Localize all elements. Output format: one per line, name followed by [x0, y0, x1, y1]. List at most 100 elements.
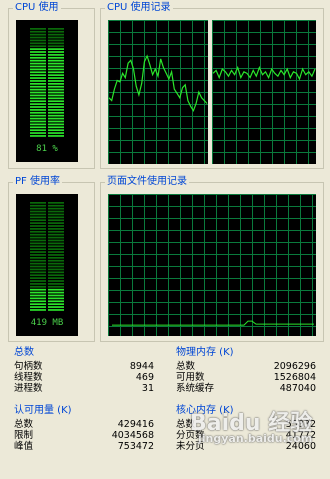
meter-segment	[48, 114, 64, 117]
meter-segment	[30, 242, 46, 245]
meter-segment	[30, 280, 46, 282]
meter-segment	[30, 274, 46, 277]
meter-segment	[48, 97, 64, 100]
meter-segment	[48, 65, 64, 68]
meter-segment	[48, 306, 64, 308]
meter-segment	[30, 45, 46, 48]
meter-segment	[30, 42, 46, 45]
baidu-watermark-url: jingyan.baidu.com	[198, 432, 313, 445]
meter-segment	[48, 225, 64, 227]
meter-segment	[48, 245, 64, 248]
meter-segment	[48, 262, 64, 265]
meter-segment	[48, 56, 64, 59]
meter-segment	[48, 111, 64, 114]
meter-segment	[30, 303, 46, 306]
meter-segment	[30, 97, 46, 100]
meter-segment	[30, 30, 46, 33]
meter-segment	[48, 132, 64, 134]
meter-segment	[30, 103, 46, 105]
pagefile-history-chart	[108, 194, 316, 336]
meter-segment	[30, 268, 46, 271]
physical-memory-title: 物理内存 (K)	[176, 347, 234, 358]
cpu-history-graph-core2	[212, 20, 316, 164]
meter-segment	[30, 219, 46, 222]
meter-segment	[30, 210, 46, 213]
cpu-usage-value: 81 %	[36, 144, 58, 154]
meter-segment	[30, 106, 46, 108]
meter-segment	[30, 91, 46, 94]
meter-segment	[30, 54, 46, 56]
meter-segment	[48, 216, 64, 219]
meter-segment	[48, 236, 64, 239]
totals-label: 进程数	[14, 383, 43, 394]
meter-segment	[48, 259, 64, 262]
meter-segment	[48, 228, 64, 230]
meter-segment	[30, 129, 46, 132]
meter-segment	[30, 132, 46, 134]
meter-segment	[48, 51, 64, 53]
meter-segment	[48, 59, 64, 62]
meter-segment	[48, 117, 64, 120]
commit-charge-row: 限制 4034568	[14, 430, 154, 441]
pagefile-history-graph	[108, 194, 316, 336]
physical-memory-value: 487040	[279, 383, 316, 394]
meter-segment	[30, 65, 46, 68]
meter-segment	[30, 77, 46, 79]
totals-label: 线程数	[14, 372, 43, 383]
core2-history-chart	[212, 20, 316, 164]
meter-segment	[30, 265, 46, 268]
physical-memory-label: 总数	[176, 361, 196, 372]
meter-segment	[48, 280, 64, 282]
meter-segment	[48, 74, 64, 77]
meter-segment	[30, 83, 46, 85]
meter-segment	[30, 135, 46, 137]
physical-memory-value: 1526804	[273, 372, 316, 383]
meter-segment	[30, 271, 46, 274]
commit-charge-row: 总数 429416	[14, 419, 154, 430]
meter-segment	[30, 109, 46, 111]
meter-segment	[48, 213, 64, 216]
meter-segment	[48, 39, 64, 42]
meter-segment	[48, 45, 64, 48]
totals-table: 句柄数 8944 线程数 469 进程数 31	[14, 361, 154, 394]
pf-usage-value: 419 MB	[30, 318, 64, 328]
meter-segment	[30, 28, 46, 30]
physical-memory-label: 可用数	[176, 372, 205, 383]
cpu-usage-meter: 81 %	[16, 20, 78, 162]
meter-segment	[48, 48, 64, 50]
meter-segment	[48, 257, 64, 259]
meter-segment	[48, 303, 64, 306]
meter-segment	[30, 51, 46, 53]
meter-segment	[30, 300, 46, 303]
meter-segment	[30, 56, 46, 59]
totals-row: 进程数 31	[14, 383, 154, 394]
meter-segment	[30, 39, 46, 42]
totals-value: 8944	[129, 361, 154, 372]
meter-segment	[30, 62, 46, 65]
meter-segment	[30, 288, 46, 291]
meter-segment	[30, 228, 46, 230]
meter-segment	[48, 251, 64, 253]
meter-segment	[30, 33, 46, 36]
meter-segment	[30, 222, 46, 224]
meter-segment	[48, 123, 64, 126]
meter-segment	[48, 85, 64, 88]
meter-segment	[30, 262, 46, 265]
cpu-history-line	[212, 65, 316, 81]
meter-segment	[30, 85, 46, 88]
cpu-usage-title: CPU 使用	[13, 2, 61, 14]
meter-segment	[30, 59, 46, 62]
meter-segment	[30, 74, 46, 77]
totals-row: 线程数 469	[14, 372, 154, 383]
meter-segment	[30, 126, 46, 129]
meter-segment	[30, 233, 46, 236]
meter-segment	[48, 288, 64, 291]
meter-segment	[30, 283, 46, 285]
core1-history-chart	[108, 20, 208, 164]
meter-segment	[48, 135, 64, 137]
meter-segment	[48, 71, 64, 74]
meter-segment	[30, 306, 46, 308]
meter-segment	[30, 123, 46, 126]
meter-segment	[48, 219, 64, 222]
commit-charge-value: 753472	[117, 441, 154, 452]
